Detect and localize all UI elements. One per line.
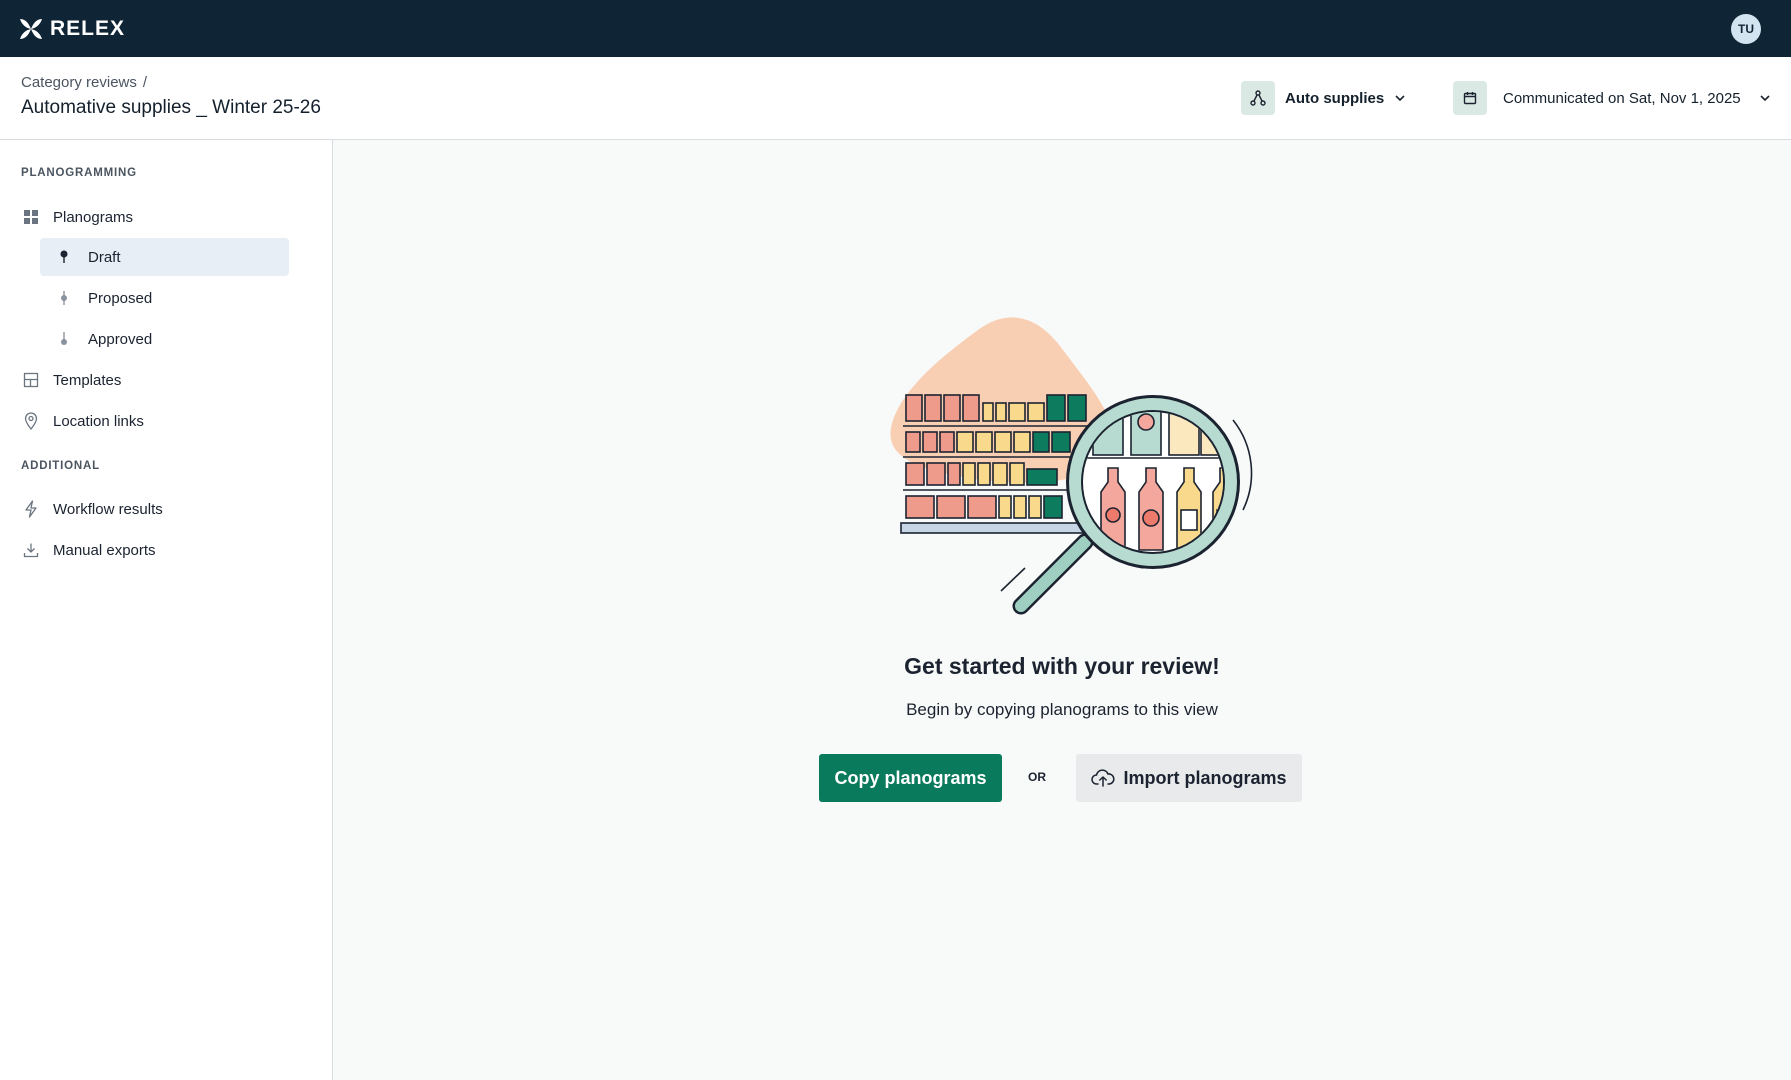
- main-content: Get started with your review! Begin by c…: [333, 140, 1791, 1080]
- step-end-icon: [54, 329, 74, 349]
- date-selector[interactable]: Communicated on Sat, Nov 1, 2025: [1453, 81, 1771, 115]
- hierarchy-label: Auto supplies: [1285, 89, 1385, 107]
- template-icon: [21, 370, 41, 390]
- sidebar-item-label: Planograms: [53, 208, 134, 226]
- sidebar-item-label: Proposed: [88, 289, 153, 307]
- page-header: Category reviews / Automative supplies _…: [0, 57, 1791, 140]
- section-title-additional: ADDITIONAL: [21, 460, 100, 472]
- step-icon: [54, 288, 74, 308]
- empty-state-subtitle: Begin by copying planograms to this view: [906, 700, 1218, 719]
- or-label: OR: [1028, 770, 1046, 784]
- sidebar-item-label: Location links: [53, 412, 144, 430]
- breadcrumb: Category reviews / Automative supplies _…: [21, 74, 321, 119]
- date-label: Communicated on Sat, Nov 1, 2025: [1503, 89, 1741, 107]
- sidebar-item-label: Workflow results: [53, 500, 163, 518]
- empty-state-illustration: [890, 317, 1253, 615]
- hierarchy-selector[interactable]: Auto supplies: [1241, 81, 1406, 115]
- chevron-down-icon: [1395, 95, 1405, 102]
- sidebar-item-label: Templates: [53, 371, 122, 389]
- import-planograms-button[interactable]: Import planograms: [1076, 754, 1302, 802]
- pin-icon: [54, 247, 74, 267]
- sidebar-item-approved[interactable]: Approved: [40, 320, 289, 358]
- chevron-down-icon: [1760, 95, 1770, 102]
- sidebar-item-proposed[interactable]: Proposed: [40, 279, 289, 317]
- sidebar-item-location-links[interactable]: Location links: [21, 408, 144, 434]
- sidebar-item-templates[interactable]: Templates: [21, 367, 121, 393]
- sidebar-item-planograms[interactable]: Planograms: [21, 204, 133, 230]
- sidebar-item-label: Manual exports: [53, 541, 156, 559]
- copy-planograms-button[interactable]: Copy planograms: [819, 754, 1002, 802]
- download-icon: [21, 540, 41, 560]
- grid-icon: [21, 207, 41, 227]
- sidebar-item-manual-exports[interactable]: Manual exports: [21, 537, 156, 563]
- import-planograms-label: Import planograms: [1123, 767, 1287, 788]
- breadcrumb-separator: /: [142, 74, 148, 91]
- lightning-icon: [21, 499, 41, 519]
- relex-logo-icon: [20, 18, 42, 39]
- page-title: Automative supplies _ Winter 25-26: [21, 97, 321, 118]
- top-bar: RELEX TU: [0, 0, 1791, 57]
- hierarchy-icon: [1241, 81, 1275, 115]
- calendar-icon: [1453, 81, 1487, 115]
- empty-state-title: Get started with your review!: [904, 653, 1220, 679]
- sidebar: PLANOGRAMMING Planograms Draft Proposed …: [0, 140, 333, 1080]
- section-title-planogramming: PLANOGRAMMING: [21, 167, 137, 179]
- breadcrumb-category-reviews[interactable]: Category reviews: [21, 74, 137, 91]
- sidebar-item-label: Draft: [88, 248, 121, 266]
- user-avatar[interactable]: TU: [1731, 14, 1761, 44]
- brand-name: RELEX: [50, 16, 126, 40]
- sidebar-item-workflow-results[interactable]: Workflow results: [21, 496, 163, 522]
- sidebar-item-draft[interactable]: Draft: [40, 238, 289, 276]
- sidebar-item-label: Approved: [88, 330, 153, 348]
- cloud-upload-icon: [1091, 769, 1116, 787]
- location-pin-icon: [21, 411, 41, 431]
- relex-logo[interactable]: RELEX: [18, 16, 125, 42]
